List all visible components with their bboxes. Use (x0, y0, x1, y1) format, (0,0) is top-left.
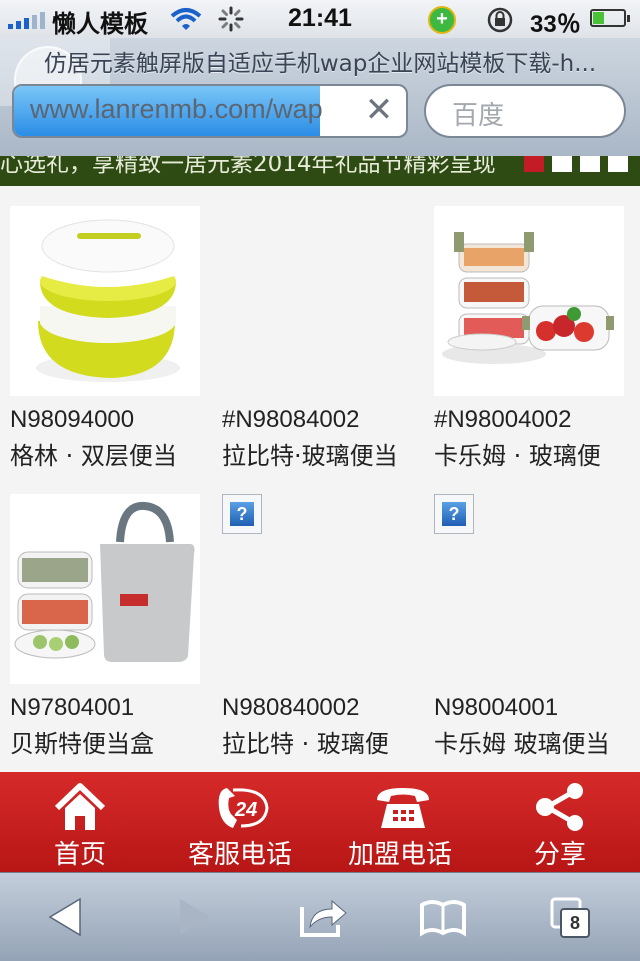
share-action-icon[interactable] (298, 893, 348, 941)
back-icon[interactable] (44, 893, 94, 941)
slider-indicators[interactable] (524, 156, 628, 172)
slider-dot[interactable] (552, 156, 572, 172)
product-name[interactable]: 格林 · 双层便当 (10, 436, 206, 476)
nav-label-service-phone: 客服电话 (187, 840, 292, 870)
phone-24h-icon: 24 (218, 788, 269, 828)
product-card[interactable]: ? N980840002 拉比特 · 玻璃便 (222, 494, 422, 764)
product-code: #N98084002 (222, 406, 360, 433)
slider-dot-active[interactable] (524, 156, 544, 172)
plus-badge-icon: + (428, 6, 456, 34)
product-image-slot[interactable]: ? (434, 494, 624, 684)
product-name[interactable]: 拉比特·玻璃便当 (222, 436, 418, 476)
broken-image-icon[interactable]: ? (434, 494, 474, 534)
share-icon (536, 783, 583, 831)
browser-toolbar: 8 (0, 872, 640, 961)
url-field[interactable]: www.lanrenmb.com/wap ✕ (12, 84, 408, 138)
status-bar: 懒人模板 21:41 + 33％ (0, 0, 640, 38)
nav-item-franchise-phone[interactable]: 加盟电话 (320, 772, 480, 872)
forward-icon[interactable] (168, 893, 218, 941)
product-card[interactable]: #N98004002 卡乐姆 · 玻璃便 (434, 206, 634, 476)
slider-dot[interactable] (608, 156, 628, 172)
product-code: N98094000 (10, 406, 135, 433)
product-card[interactable]: N97804001 贝斯特便当盒 (10, 494, 210, 764)
page-title: 仿居元素触屏版自适应手机wap企业网站模板下载-h... (43, 51, 597, 77)
product-image-glass-stack-lunchbox[interactable] (434, 206, 624, 396)
product-code: N98004001 (434, 694, 559, 721)
telephone-icon (377, 788, 429, 828)
broken-image-icon[interactable]: ? (222, 494, 262, 534)
product-code: N980840002 (222, 694, 360, 721)
url-text: www.lanrenmb.com/wap (30, 94, 323, 124)
marquee-text: 心选礼，享精致一居元素2014年礼品节精彩呈现 (0, 156, 496, 177)
bookmarks-icon[interactable] (418, 893, 468, 941)
nav-label-home: 首页 (53, 840, 106, 870)
product-image-lunchbox-with-bag[interactable] (10, 494, 200, 684)
slider-dot[interactable] (580, 156, 600, 172)
battery-percent: 33％ (530, 11, 581, 38)
product-grid: N98094000 格林 · 双层便当 #N98084002 拉比特·玻璃便当 (0, 186, 640, 772)
nav-item-share[interactable]: 分享 (480, 772, 640, 872)
browser-address-bar: 仿居元素触屏版自适应手机wap企业网站模板下载-h... www.lanrenm… (0, 38, 640, 157)
product-code: N97804001 (10, 694, 135, 721)
product-name[interactable]: 拉比特 · 玻璃便 (222, 724, 418, 764)
svg-text:24: 24 (234, 799, 257, 821)
home-icon (54, 783, 106, 830)
product-image-missing[interactable] (222, 206, 412, 396)
nav-label-share: 分享 (533, 840, 586, 870)
search-placeholder: 百度 (452, 101, 505, 131)
nav-item-service-phone[interactable]: 24 客服电话 (160, 772, 320, 872)
product-code: #N98004002 (434, 406, 572, 433)
product-image-slot[interactable]: ? (222, 494, 412, 684)
promo-marquee[interactable]: 心选礼，享精致一居元素2014年礼品节精彩呈现 (0, 156, 640, 186)
product-name[interactable]: 卡乐姆 玻璃便当 (434, 724, 630, 764)
product-name[interactable]: 卡乐姆 · 玻璃便 (434, 436, 630, 476)
product-name[interactable]: 贝斯特便当盒 (10, 724, 206, 764)
bottom-nav: 首页 24 客服电话 加盟电话 分享 (0, 772, 640, 872)
battery-icon (590, 9, 630, 27)
search-field[interactable]: 百度 (424, 84, 626, 138)
product-card[interactable]: N98094000 格林 · 双层便当 (10, 206, 210, 476)
nav-item-home[interactable]: 首页 (0, 772, 160, 872)
stop-loading-icon[interactable]: ✕ (362, 93, 396, 128)
product-card[interactable]: #N98084002 拉比特·玻璃便当 (222, 206, 422, 476)
product-card[interactable]: ? N98004001 卡乐姆 玻璃便当 (434, 494, 634, 764)
tabs-count[interactable]: 8 (560, 908, 590, 938)
nav-label-franchise-phone: 加盟电话 (347, 840, 452, 870)
product-image-yellow-lunchbox[interactable] (10, 206, 200, 396)
rotation-lock-icon (487, 7, 513, 33)
